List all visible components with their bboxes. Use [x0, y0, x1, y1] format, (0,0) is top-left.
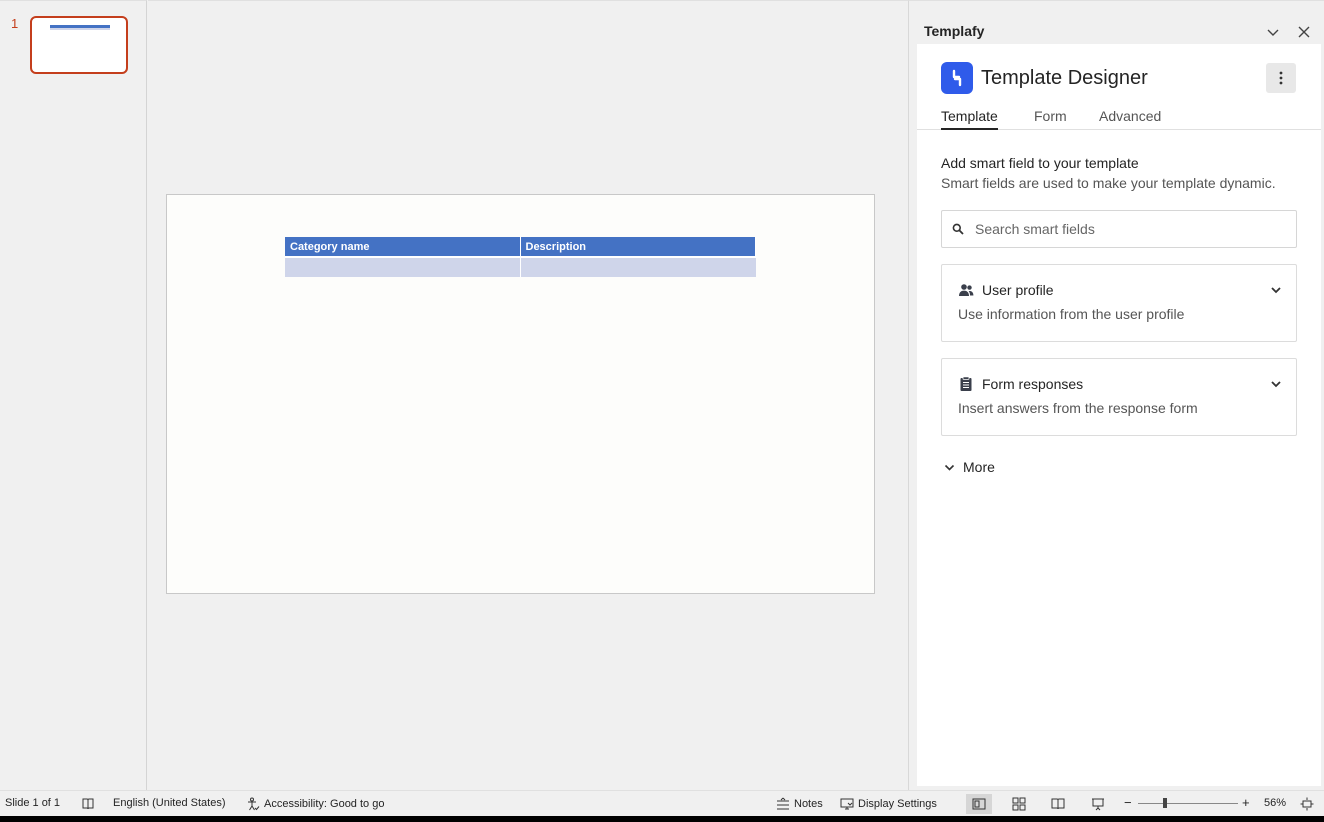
- fit-slide-button[interactable]: [1294, 794, 1320, 814]
- table-cell-description[interactable]: [520, 256, 756, 277]
- display-settings-button[interactable]: Display Settings: [840, 797, 937, 811]
- chevron-down-icon[interactable]: [1270, 284, 1282, 296]
- search-icon: [952, 223, 964, 235]
- slide-editor: Category name Description: [148, 0, 908, 790]
- vertical-ellipsis-icon: [1279, 71, 1283, 85]
- accessibility-label: Accessibility: Good to go: [264, 798, 385, 810]
- table-row: [285, 256, 756, 277]
- presentation-icon: [1092, 798, 1104, 811]
- notes-label: Notes: [794, 798, 823, 810]
- zoom-out-label: −: [1124, 795, 1132, 810]
- table-header-category[interactable]: Category name: [285, 237, 521, 257]
- powerpoint-window: 1 Category name Description Templafy Tem…: [0, 0, 1324, 822]
- smart-field-card-form-responses[interactable]: Form responses Insert answers from the r…: [941, 358, 1297, 436]
- slide-thumbnail[interactable]: [30, 16, 128, 74]
- normal-view-button[interactable]: [966, 794, 992, 814]
- language-label: English (United States): [113, 797, 226, 809]
- smart-field-card-user-profile[interactable]: User profile Use information from the us…: [941, 264, 1297, 342]
- book-check-icon: [82, 798, 94, 810]
- fit-to-window-icon: [1300, 797, 1314, 811]
- zoom-out-button[interactable]: −: [1124, 795, 1132, 810]
- reading-view-button[interactable]: [1045, 794, 1071, 814]
- book-icon: [1051, 798, 1065, 810]
- zoom-in-label: +: [1242, 795, 1250, 810]
- pane-title: Templafy: [924, 23, 985, 39]
- slide-show-button[interactable]: [1085, 794, 1111, 814]
- zoom-slider-thumb[interactable]: [1163, 798, 1167, 808]
- app-header: Template Designer: [941, 62, 1148, 94]
- slide-info: Slide 1 of 1: [5, 797, 61, 809]
- zoom-slider-track[interactable]: [1138, 803, 1238, 804]
- section-title: Add smart field to your template: [941, 155, 1139, 171]
- slide-sorter-button[interactable]: [1006, 794, 1032, 814]
- more-options-button[interactable]: [1266, 63, 1296, 93]
- display-icon: [840, 798, 854, 810]
- card-description: Insert answers from the response form: [958, 400, 1198, 416]
- chevron-down-icon[interactable]: [1270, 378, 1282, 390]
- pane-close-button[interactable]: [1293, 21, 1315, 43]
- slide-canvas[interactable]: Category name Description: [166, 194, 875, 594]
- slide-indicator[interactable]: Slide 1 of 1: [5, 797, 60, 809]
- chevron-down-icon: [1267, 29, 1279, 36]
- tab-template[interactable]: Template: [941, 108, 998, 130]
- zoom-value: 56%: [1264, 797, 1287, 809]
- templafy-task-pane: Templafy Template Designer Template Form…: [908, 0, 1324, 790]
- pane-content: Template Designer Template Form Advanced…: [917, 44, 1321, 786]
- table-header-row: Category name Description: [285, 237, 756, 257]
- grid-icon: [1012, 797, 1026, 811]
- language-indicator[interactable]: English (United States): [113, 797, 226, 809]
- notes-button[interactable]: Notes: [776, 797, 823, 811]
- templafy-logo-icon: [941, 62, 973, 94]
- table-header-description[interactable]: Description: [520, 237, 756, 257]
- spelling-check[interactable]: [81, 797, 99, 811]
- card-description: Use information from the user profile: [958, 306, 1185, 322]
- normal-view-icon: [972, 798, 986, 810]
- accessibility-icon: [248, 797, 260, 811]
- tab-bar: Template Form Advanced: [917, 106, 1321, 130]
- chevron-down-icon: [944, 464, 955, 471]
- slide-thumbnails-pane: 1: [0, 0, 147, 790]
- notes-icon: [777, 797, 789, 810]
- window-bottom-edge: [0, 816, 1324, 822]
- card-title: Form responses: [982, 376, 1084, 392]
- zoom-level[interactable]: 56%: [1264, 797, 1286, 809]
- slide-table[interactable]: Category name Description: [285, 237, 756, 277]
- more-label: More: [963, 459, 995, 475]
- pane-options-button[interactable]: [1262, 21, 1284, 43]
- section-subtitle: Smart fields are used to make your templ…: [941, 175, 1276, 191]
- thumbnail-table-row: [50, 28, 110, 30]
- table-cell-category[interactable]: [285, 256, 521, 277]
- slide-number: 1: [11, 16, 19, 31]
- close-icon: [1298, 26, 1310, 38]
- accessibility-checker[interactable]: Accessibility: Good to go: [246, 797, 384, 811]
- zoom-in-button[interactable]: +: [1242, 795, 1250, 810]
- status-bar: Slide 1 of 1 English (United States) Acc…: [0, 790, 1324, 816]
- search-box[interactable]: [941, 210, 1297, 248]
- tab-form[interactable]: Form: [1034, 108, 1067, 130]
- tab-advanced[interactable]: Advanced: [1099, 108, 1161, 130]
- users-icon: [959, 284, 974, 296]
- more-toggle[interactable]: More: [944, 459, 995, 475]
- search-input[interactable]: [975, 221, 1275, 237]
- clipboard-icon: [960, 376, 972, 391]
- card-title: User profile: [982, 282, 1054, 298]
- display-settings-label: Display Settings: [858, 798, 937, 810]
- app-title: Template Designer: [981, 66, 1148, 89]
